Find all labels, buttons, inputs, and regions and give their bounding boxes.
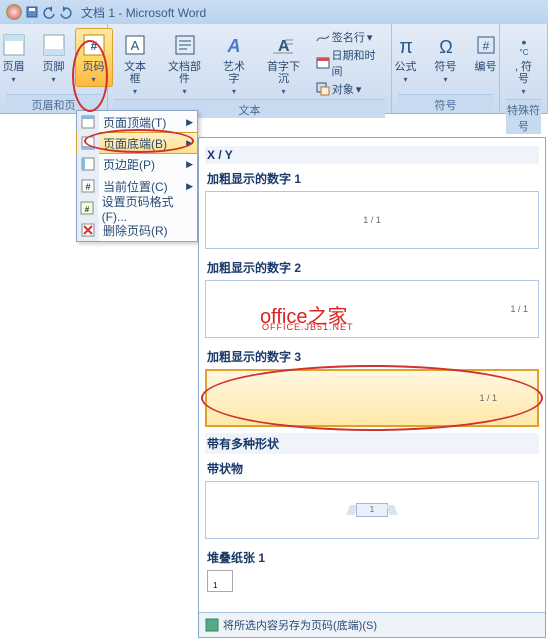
svg-text:°C: °C [519, 48, 528, 57]
number-button[interactable]: # 编号 [467, 28, 505, 76]
gallery-section-xy: X / Y [205, 146, 539, 164]
svg-text:A: A [227, 36, 241, 56]
svg-text:#: # [482, 39, 489, 53]
current-pos-icon: # [81, 179, 95, 193]
page-number-menu: 页面顶端(T)▶ 页面底端(B)▶ 页边距(P)▶ # 当前位置(C)▶ # 设… [76, 110, 198, 242]
textbox-button[interactable]: A 文本框▾ [114, 28, 156, 99]
svg-text:A: A [278, 38, 290, 55]
gallery-section-stack: 堆叠纸张 1 [205, 545, 539, 570]
quick-access-toolbar [6, 4, 73, 20]
svg-text:#: # [90, 39, 97, 53]
wordart-button[interactable]: A 艺术字▾ [213, 28, 255, 99]
gallery-item[interactable]: 加粗显示的数字 3 1 / 1 [205, 344, 539, 427]
gallery-save-selection[interactable]: 将所选内容另存为页码(底端)(S) [199, 612, 545, 637]
svg-text:#: # [85, 205, 90, 214]
menu-item-format[interactable]: # 设置页码格式(F)... [77, 197, 197, 219]
svg-text:A: A [131, 38, 140, 53]
group-label: 符号 [398, 94, 493, 113]
menu-item-top[interactable]: 页面顶端(T)▶ [77, 111, 197, 133]
save-selection-icon [205, 618, 219, 632]
office-button[interactable] [6, 4, 22, 20]
footer-button[interactable]: 页脚▾ [35, 28, 73, 87]
gallery-item[interactable]: 带状物 1 [205, 456, 539, 539]
object-icon [316, 82, 330, 96]
stack-icon: 1 [209, 572, 233, 592]
undo-icon[interactable] [42, 5, 56, 19]
equation-button[interactable]: π 公式▾ [387, 28, 425, 87]
title-bar: 文档 1 - Microsoft Word [0, 0, 548, 24]
group-label: 特殊符号 [506, 99, 541, 134]
watermark-url: OFFICE.JB51.NET [262, 322, 354, 332]
gallery-item[interactable]: 加粗显示的数字 1 1 / 1 [205, 166, 539, 249]
svg-text:Ω: Ω [439, 37, 452, 57]
gallery-item[interactable]: 1 [205, 572, 539, 592]
quick-parts-button[interactable]: 文档部件▾ [158, 28, 211, 99]
symbol-button[interactable]: Ω 符号▾ [427, 28, 465, 87]
format-icon: # [80, 201, 94, 215]
page-bottom-icon [81, 136, 95, 150]
remove-icon [81, 223, 95, 237]
ribbon-shape-icon: 1 [352, 503, 392, 517]
datetime-button[interactable]: 日期和时间 [316, 46, 385, 80]
menu-item-bottom[interactable]: 页面底端(B)▶ [76, 132, 198, 154]
save-icon[interactable] [25, 5, 39, 19]
special-symbol-button[interactable]: •°C , 符号▾ [505, 28, 543, 99]
signature-icon [316, 30, 330, 44]
menu-item-margin[interactable]: 页边距(P)▶ [77, 153, 197, 175]
dropcap-button[interactable]: A 首字下沉▾ [257, 28, 310, 99]
window-title: 文档 1 - Microsoft Word [81, 4, 206, 21]
gallery-section-shapes: 带有多种形状 [205, 433, 539, 454]
redo-icon[interactable] [59, 5, 73, 19]
ribbon: 页眉▾ 页脚▾ # 页码▾ 页眉和页 A 文本框▾ 文档部件▾ A [0, 24, 548, 114]
svg-text:#: # [85, 182, 90, 192]
object-button[interactable]: 对象 ▾ [316, 80, 385, 98]
calendar-icon [316, 56, 330, 70]
page-top-icon [81, 115, 95, 129]
page-number-button[interactable]: # 页码▾ [75, 28, 113, 87]
page-number-gallery: X / Y 加粗显示的数字 1 1 / 1 加粗显示的数字 2 1 / 1 加粗… [198, 137, 546, 638]
header-button[interactable]: 页眉▾ [0, 28, 33, 87]
page-margin-icon [81, 157, 95, 171]
signature-line-button[interactable]: 签名行 ▾ [316, 28, 385, 46]
svg-text:π: π [399, 36, 413, 57]
menu-item-remove[interactable]: 删除页码(R) [77, 219, 197, 241]
gallery-item[interactable]: 加粗显示的数字 2 1 / 1 [205, 255, 539, 338]
